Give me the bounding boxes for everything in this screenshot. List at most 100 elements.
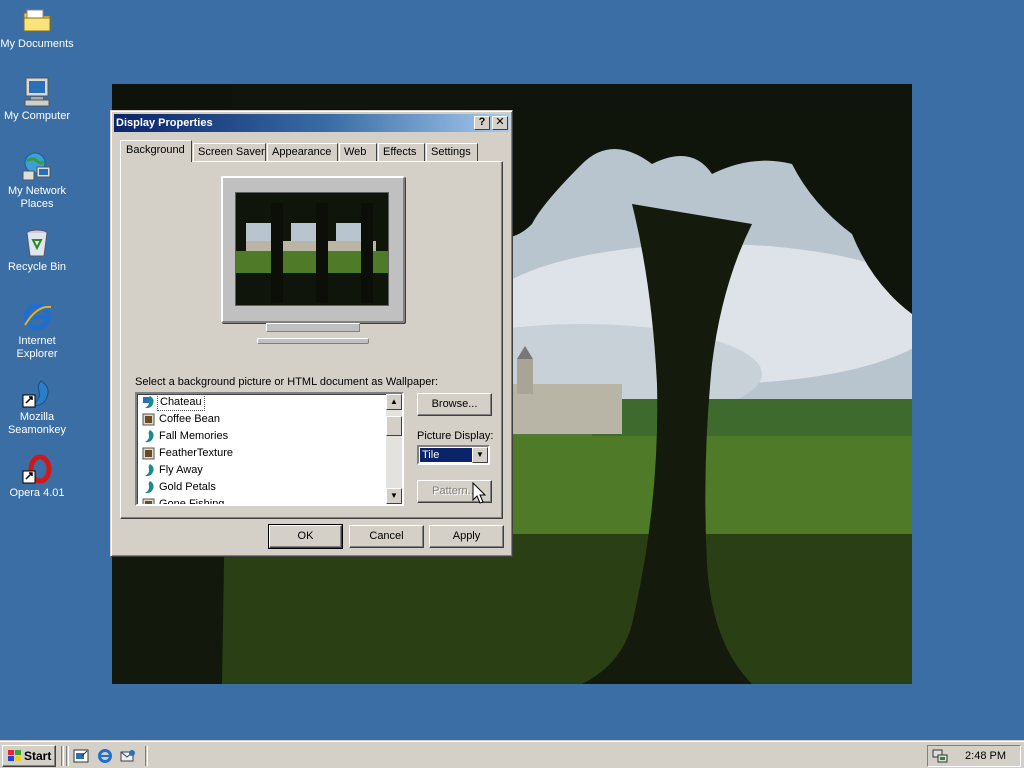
help-icon: ? [478,116,486,128]
monitor-base [257,338,369,344]
scroll-up-button[interactable]: ▲ [386,394,402,410]
wallpaper-prompt: Select a background picture or HTML docu… [135,376,439,388]
taskbar-separator [66,746,69,766]
wallpaper-list[interactable]: Chateau Coffee Bean Fall Memories Feathe… [135,392,404,506]
close-icon: ✕ [495,116,505,128]
picture-display-select[interactable]: Tile ▼ [417,445,490,465]
desktop-icon-mozilla-seamonkey[interactable]: Mozilla Seamonkey [0,377,74,437]
list-item-gold-petals[interactable]: Gold Petals [139,479,389,496]
taskbar: Start 2:48 PM [0,740,1024,768]
cancel-button[interactable]: Cancel [349,525,424,548]
desktop-icon-recycle-bin[interactable]: Recycle Bin [0,227,74,274]
taskbar-clock[interactable]: 2:48 PM [965,746,1006,766]
apply-button[interactable]: Apply [429,525,504,548]
picture-display-label: Picture Display: [417,430,494,442]
help-button[interactable]: ? [474,116,490,130]
internet-explorer-icon[interactable] [97,748,113,764]
ok-button[interactable]: OK [268,524,343,549]
start-button[interactable]: Start [2,745,56,767]
chevron-down-icon: ▼ [476,450,484,459]
list-item-chateau[interactable]: Chateau [139,394,389,411]
desktop-icon-my-documents[interactable]: My Documents [0,4,74,51]
tab-label: Background [126,144,185,156]
window-title: Display Properties [116,117,213,129]
browse-label: Browse... [431,398,478,410]
list-item-label: Gone Fishing [159,498,225,506]
monitor-stand [266,323,360,332]
opera-icon [21,453,53,485]
desktop-icon-label: My Computer [3,110,71,122]
desktop-icon-my-computer[interactable]: My Computer [0,76,74,123]
start-label: Start [24,749,52,763]
list-item-fly-away[interactable]: Fly Away [139,462,389,479]
list-item-label: Coffee Bean [159,413,220,425]
list-item-fall-memories[interactable]: Fall Memories [139,428,389,445]
seamonkey-icon [21,377,53,409]
browse-button[interactable]: Browse... [417,393,492,416]
mouse-pointer-icon [472,482,486,504]
tab-label: Appearance [272,146,332,158]
outlook-express-icon[interactable] [120,748,136,764]
tab-screen-saver[interactable]: Screen Saver [193,143,266,161]
wallpaper-file-icon [145,481,154,494]
wallpaper-file-icon [142,413,155,426]
list-scrollbar[interactable]: ▲ ▼ [386,394,402,504]
wallpaper-file-icon [142,447,155,460]
list-item-label: Fly Away [159,464,203,476]
desktop-icon-opera[interactable]: Opera 4.01 [0,453,74,500]
pattern-label: Pattern... [432,485,477,497]
list-item-coffee-bean[interactable]: Coffee Bean [139,411,389,428]
desktop-icon-label: Recycle Bin [7,261,67,273]
desktop-icon-label: Mozilla Seamonkey [7,411,67,436]
ok-label: OK [297,530,314,542]
title-bar[interactable]: Display Properties ? ✕ [114,114,509,132]
scroll-down-button[interactable]: ▼ [386,488,402,504]
tab-settings[interactable]: Settings [426,143,478,161]
tab-label: Web [344,146,367,158]
wallpaper-file-icon [143,396,154,409]
windows-logo-icon [8,750,21,761]
close-button[interactable]: ✕ [492,116,508,130]
tab-web[interactable]: Web [339,143,377,161]
tab-label: Effects [383,146,417,158]
internet-explorer-icon [21,301,53,333]
background-tab-panel: Select a background picture or HTML docu… [120,161,503,519]
taskbar-separator [61,746,64,766]
cancel-label: Cancel [369,530,404,542]
list-item-feather-texture[interactable]: FeatherTexture [139,445,389,462]
monitor-preview [221,176,405,323]
tab-background[interactable]: Background [120,140,192,162]
show-desktop-icon[interactable] [73,748,89,764]
tab-effects[interactable]: Effects [378,143,425,161]
down-arrow-icon: ▼ [390,491,398,500]
list-item-label: Fall Memories [159,430,229,442]
apply-label: Apply [452,530,481,542]
network-connection-icon[interactable] [932,748,948,764]
list-item-gone-fishing[interactable]: Gone Fishing [139,496,389,506]
desktop-icon-label: My Documents [0,38,74,50]
tab-label: Screen Saver [198,146,265,158]
folder-documents-icon [21,4,53,36]
recycle-bin-icon [21,227,53,259]
system-tray: 2:48 PM [927,745,1021,767]
taskbar-separator [145,746,148,766]
desktop-icon-label: Opera 4.01 [9,487,65,499]
desktop-icon-label: Internet Explorer [16,335,58,360]
picture-display-value: Tile [419,447,473,463]
tab-appearance[interactable]: Appearance [267,143,338,161]
desktop-icon-my-network-places[interactable]: My Network Places [0,151,74,211]
wallpaper-file-icon [145,430,154,443]
list-item-label: FeatherTexture [159,447,233,459]
scroll-thumb[interactable] [386,416,402,436]
list-item-label: Chateau [157,394,205,411]
wallpaper-file-icon [145,464,154,477]
computer-icon [21,76,53,108]
tab-label: Settings [431,146,471,158]
desktop-icon-label: My Network Places [7,185,67,210]
network-icon [21,151,53,183]
wallpaper-preview [235,192,389,306]
desktop-icon-internet-explorer[interactable]: Internet Explorer [0,301,74,361]
dropdown-button[interactable]: ▼ [472,447,488,463]
wallpaper-file-icon [142,498,155,504]
list-item-label: Gold Petals [159,481,216,493]
